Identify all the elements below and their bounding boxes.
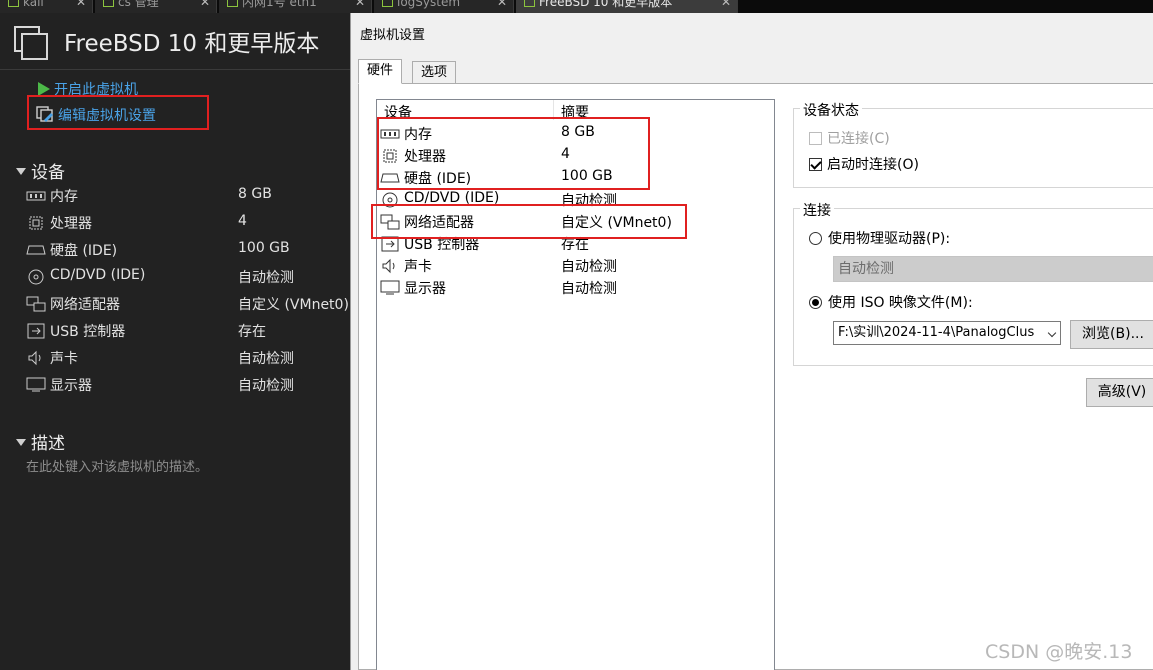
tab-options[interactable]: 选项 bbox=[412, 61, 457, 84]
hw-row-display[interactable]: 显示器 自动检测 bbox=[380, 278, 772, 298]
highlight-box bbox=[371, 204, 687, 239]
vm-icon bbox=[524, 0, 535, 7]
device-row-network[interactable]: 网络适配器 自定义 (VMnet0) bbox=[26, 294, 350, 314]
use-physical-drive-radio[interactable]: 使用物理驱动器(P): bbox=[809, 228, 950, 248]
close-icon[interactable]: ✕ bbox=[76, 0, 86, 11]
hw-row-sound[interactable]: 声卡 自动检测 bbox=[380, 256, 772, 276]
close-icon[interactable]: ✕ bbox=[721, 0, 731, 11]
usb-icon bbox=[27, 323, 45, 339]
vm-icon bbox=[227, 0, 238, 7]
monitor-icon bbox=[380, 280, 400, 295]
device-row-memory[interactable]: 内存 8 GB bbox=[26, 186, 350, 206]
vm-summary-panel: FreeBSD 10 和更早版本 开启此虚拟机 编辑虚拟机设置 设备 内存 8 … bbox=[0, 13, 350, 670]
highlight-box bbox=[377, 117, 650, 190]
highlight-box bbox=[27, 95, 209, 130]
description-section-header[interactable]: 描述 bbox=[16, 429, 65, 454]
vm-tab-freebsd[interactable]: FreeBSD 10 和更早版本 ✕ bbox=[516, 0, 738, 13]
radio-icon bbox=[809, 232, 822, 245]
vm-tab-logsystem[interactable]: logSystem ✕ bbox=[374, 0, 514, 13]
device-row-sound[interactable]: 声卡 自动检测 bbox=[26, 348, 350, 368]
checkbox-icon bbox=[809, 132, 822, 145]
divider bbox=[0, 69, 350, 70]
device-row-display[interactable]: 显示器 自动检测 bbox=[26, 375, 350, 395]
browse-button[interactable]: 浏览(B)... bbox=[1070, 320, 1153, 349]
close-icon[interactable]: ✕ bbox=[497, 0, 507, 11]
speaker-icon bbox=[382, 258, 395, 274]
vm-tab-kali[interactable]: kali ✕ bbox=[0, 0, 93, 13]
watermark: CSDN @晚安.13 bbox=[985, 641, 1133, 663]
connect-at-power-on-checkbox[interactable]: 启动时连接(O) bbox=[809, 154, 919, 174]
collapse-triangle-icon bbox=[16, 439, 26, 446]
cpu-icon bbox=[29, 216, 43, 230]
device-row-cpu[interactable]: 处理器 4 bbox=[26, 213, 350, 233]
memory-icon bbox=[26, 191, 46, 201]
devices-section-header[interactable]: 设备 bbox=[16, 158, 65, 183]
device-row-cdrom[interactable]: CD/DVD (IDE) 自动检测 bbox=[26, 267, 350, 287]
play-icon bbox=[38, 82, 50, 96]
description-placeholder[interactable]: 在此处键入对该虚拟机的描述。 bbox=[26, 456, 208, 475]
connected-checkbox[interactable]: 已连接(C) bbox=[809, 128, 890, 148]
vm-tab-intranet[interactable]: 内网1号 eth1 ✕ bbox=[219, 0, 372, 13]
monitor-icon bbox=[26, 377, 46, 392]
vm-icon bbox=[8, 0, 19, 7]
collapse-triangle-icon bbox=[16, 168, 26, 175]
device-row-disk[interactable]: 硬盘 (IDE) 100 GB bbox=[26, 240, 350, 260]
advanced-button[interactable]: 高级(V) bbox=[1086, 378, 1153, 407]
tab-hardware[interactable]: 硬件 bbox=[358, 59, 403, 84]
device-status-title: 设备状态 bbox=[800, 100, 862, 120]
dialog-title: 虚拟机设置 bbox=[360, 28, 426, 43]
vm-settings-dialog: 虚拟机设置 硬件 选项 设备 摘要 内存 8 GB 处理器 4 硬盘 (IDE)… bbox=[350, 13, 1153, 670]
physical-drive-select[interactable]: 自动检测 bbox=[833, 256, 1153, 282]
use-iso-image-radio[interactable]: 使用 ISO 映像文件(M): bbox=[809, 292, 973, 312]
vm-window-icon bbox=[14, 26, 48, 60]
checkbox-checked-icon bbox=[809, 158, 822, 171]
vm-title: FreeBSD 10 和更早版本 bbox=[64, 31, 320, 57]
speaker-icon bbox=[28, 350, 41, 366]
connection-title: 连接 bbox=[800, 200, 834, 220]
disk-icon bbox=[26, 245, 46, 255]
vm-tab-cs[interactable]: cs 管理 ✕ bbox=[95, 0, 217, 13]
radio-selected-icon bbox=[809, 296, 822, 309]
iso-path-combobox[interactable]: F:\实训\2024-11-4\PanalogClus bbox=[833, 321, 1061, 345]
chevron-down-icon[interactable] bbox=[1047, 328, 1057, 338]
close-icon[interactable]: ✕ bbox=[355, 0, 365, 11]
device-status-group bbox=[793, 108, 1153, 188]
hardware-tab-panel: 设备 摘要 内存 8 GB 处理器 4 硬盘 (IDE) 100 GB CD/D… bbox=[358, 83, 1153, 670]
network-icon bbox=[26, 296, 46, 312]
vm-icon bbox=[103, 0, 114, 7]
cd-icon bbox=[28, 269, 44, 285]
close-icon[interactable]: ✕ bbox=[200, 0, 210, 11]
vm-tab-strip: kali ✕ cs 管理 ✕ 内网1号 eth1 ✕ logSystem ✕ F… bbox=[0, 0, 1153, 13]
vm-icon bbox=[382, 0, 393, 7]
device-row-usb[interactable]: USB 控制器 存在 bbox=[26, 321, 350, 341]
